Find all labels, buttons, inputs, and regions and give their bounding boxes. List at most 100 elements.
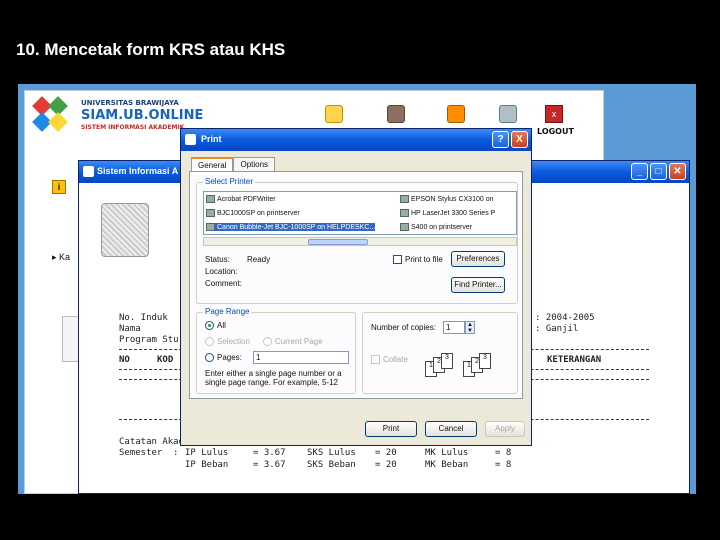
printer-icon <box>206 209 215 217</box>
find-printer-button[interactable]: Find Printer... <box>451 277 505 293</box>
copies-group: Number of copies: 1 ▲ ▼ Collate 1 2 3 1 2… <box>362 312 518 394</box>
printer-icon <box>400 209 409 217</box>
tools-icon[interactable] <box>499 105 517 123</box>
close-button[interactable]: ✕ <box>669 163 686 180</box>
logout-icon[interactable]: x <box>545 105 563 123</box>
semester-value: : Ganjil <box>535 324 579 334</box>
print-titlebar[interactable]: Print ? X <box>181 129 531 151</box>
copies-label: Number of copies: <box>371 323 436 332</box>
print-tabs: General Options <box>191 157 276 172</box>
tahun-akademik: : 2004-2005 <box>535 313 595 323</box>
sis-window-controls: _ □ ✕ <box>631 163 686 180</box>
collate-page-icon: 3 <box>441 353 453 369</box>
range-all-radio[interactable] <box>205 321 214 330</box>
printer-list[interactable]: Acrobat PDFWriter EPSON Stylus CX3100 on… <box>203 191 517 235</box>
label-nama: Nama <box>119 324 141 334</box>
ip-beban-label: IP Beban <box>185 460 229 470</box>
pages-input[interactable]: 1 <box>253 351 349 364</box>
status-label: Status: <box>205 255 230 264</box>
preferences-button[interactable]: Preferences <box>451 251 505 267</box>
sis-window-title: Sistem Informasi A <box>97 166 179 176</box>
col-keterangan: KETERANGAN <box>547 355 602 365</box>
range-pages-radio[interactable] <box>205 353 214 362</box>
printer-name: BJC1000SP on printserver <box>217 209 300 217</box>
range-selection-label: Selection <box>217 337 250 346</box>
print-to-file-label: Print to file <box>405 255 443 264</box>
select-printer-label: Select Printer <box>203 177 256 186</box>
printer-item[interactable]: S400 on printserver <box>400 223 472 231</box>
mk-beban-label: MK Beban <box>425 460 469 470</box>
general-pane: Select Printer Acrobat PDFWriter EPSON S… <box>189 171 523 399</box>
maximize-button[interactable]: □ <box>650 163 667 180</box>
document-icon[interactable] <box>325 105 343 123</box>
collate-page-icon: 3 <box>479 353 491 369</box>
pages-hint: Enter either a single page number or a s… <box>205 369 342 387</box>
printer-name: Canon Bubble-Jet BJC-1000SP on HELPDESKC… <box>217 223 376 231</box>
collate-label: Collate <box>383 355 408 364</box>
print-window-controls: ? X <box>492 131 528 148</box>
mk-lulus-label: MK Lulus <box>425 448 469 458</box>
printer-name: Acrobat PDFWriter <box>217 195 276 203</box>
col-no: NO <box>119 355 130 365</box>
logout-link[interactable]: LOGOUT <box>537 127 574 136</box>
sks-lulus-label: SKS Lulus <box>307 448 356 458</box>
ip-lulus-label: IP Lulus <box>185 448 229 458</box>
ip-lulus-value: = 3.67 <box>253 448 286 458</box>
stamp-icon[interactable] <box>387 105 405 123</box>
comment-label: Comment: <box>205 279 242 288</box>
label-program-studi: Program Stu <box>119 335 179 345</box>
slide-title: 10. Mencetak form KRS atau KHS <box>16 40 286 59</box>
mk-lulus-value: = 8 <box>495 448 512 458</box>
copies-spinner[interactable]: ▲ ▼ <box>465 321 475 334</box>
printer-icon <box>185 134 196 145</box>
cancel-button[interactable]: Cancel <box>425 421 477 437</box>
university-emblem <box>101 203 149 257</box>
minimize-button[interactable]: _ <box>631 163 648 180</box>
printer-name: HP LaserJet 3300 Series P <box>411 209 496 217</box>
printer-icon <box>206 195 215 203</box>
ie-icon <box>83 166 94 177</box>
sks-beban-value: = 20 <box>375 460 397 470</box>
summary-sep: : <box>173 448 179 458</box>
range-pages-label: Pages: <box>217 353 242 362</box>
page-range-group: Page Range All Selection Current Page Pa… <box>196 307 356 394</box>
printer-item[interactable]: EPSON Stylus CX3100 on <box>400 195 494 203</box>
print-button[interactable]: Print <box>365 421 417 437</box>
printer-item[interactable]: BJC1000SP on printserver <box>206 209 300 217</box>
printer-name: S400 on printserver <box>411 223 473 231</box>
printer-icon <box>400 195 409 203</box>
printer-list-scrollbar[interactable] <box>203 237 517 246</box>
tab-general[interactable]: General <box>191 157 234 172</box>
scrollbar-thumb[interactable] <box>308 239 368 245</box>
apply-button[interactable]: Apply <box>485 421 525 437</box>
tab-options[interactable]: Options <box>233 157 276 172</box>
ip-beban-value: = 3.67 <box>253 460 286 470</box>
brand-siam-online: SIAM.UB.ONLINE <box>81 108 204 123</box>
printer-item[interactable]: Acrobat PDFWriter <box>206 195 276 203</box>
page-range-label: Page Range <box>203 307 252 316</box>
screenshot-area: UNIVERSITAS BRAWIJAYA SIAM.UB.ONLINE SIS… <box>18 84 696 494</box>
print-dialog-title: Print <box>201 134 222 144</box>
collate-checkbox[interactable] <box>371 355 380 364</box>
printer-item[interactable]: HP LaserJet 3300 Series P <box>400 209 495 217</box>
printer-name: EPSON Stylus CX3100 on <box>411 195 494 203</box>
help-button[interactable]: ? <box>492 131 509 148</box>
label-no-induk: No. Induk <box>119 313 168 323</box>
printer-icon <box>400 223 409 231</box>
range-selection-radio[interactable] <box>205 337 214 346</box>
print-to-file-checkbox[interactable] <box>393 255 402 264</box>
sks-beban-label: SKS Beban <box>307 460 356 470</box>
close-button[interactable]: X <box>511 131 528 148</box>
side-menu-item[interactable]: ▸ Ka <box>52 252 70 263</box>
brand-university: UNIVERSITAS BRAWIJAYA <box>81 99 179 107</box>
mk-beban-value: = 8 <box>495 460 512 470</box>
summary-label: Semester <box>119 448 163 458</box>
info-icon[interactable]: i <box>52 180 66 194</box>
siam-logo-icon <box>31 95 75 135</box>
copies-input[interactable]: 1 <box>443 321 465 334</box>
printer-item-selected[interactable]: Canon Bubble-Jet BJC-1000SP on HELPDESKC… <box>206 223 376 231</box>
box-icon[interactable] <box>447 105 465 123</box>
location-label: Location: <box>205 267 238 276</box>
print-dialog: Print ? X General Options Select Printer… <box>180 128 532 446</box>
range-current-radio[interactable] <box>263 337 272 346</box>
